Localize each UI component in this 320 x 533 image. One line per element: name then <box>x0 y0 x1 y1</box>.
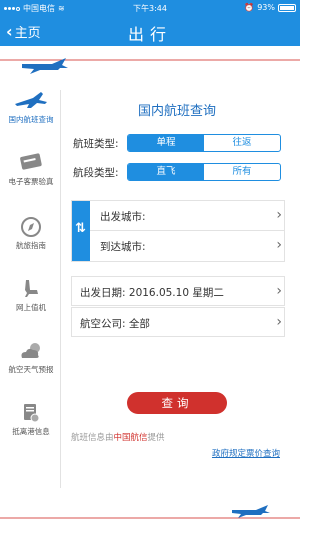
swap-cities-button[interactable]: ⇅ <box>72 201 90 261</box>
swap-icon: ⇅ <box>75 221 86 236</box>
flight-type-toggle: 单程 往返 <box>127 134 281 152</box>
airline-text: 航空公司: 全部 <box>80 316 150 331</box>
government-fare-query-link[interactable]: 政府规定票价查询 <box>212 447 280 459</box>
departure-date-field[interactable]: 出发日期: 2016.05.10 星期二 › <box>71 276 285 306</box>
sidebar-item-travel-guide[interactable]: 航旅指南 <box>2 216 60 251</box>
header-decoration <box>0 58 300 74</box>
departure-date-value: 2016.05.10 星期二 <box>128 287 224 299</box>
sidebar-item-label: 国内航班查询 <box>8 115 54 124</box>
weather-icon <box>21 343 40 358</box>
battery-icon <box>278 3 296 12</box>
sidebar-item-aviation-weather[interactable]: 航空天气预报 <box>2 340 60 375</box>
sidebar-item-domestic-flight-query[interactable]: 国内航班查询 <box>2 90 60 134</box>
status-right: ⏰ 93% <box>244 3 296 12</box>
sidebar-item-e-ticket-verify[interactable]: 电子客票验真 <box>2 152 60 187</box>
arrival-city-label: 到达城市: <box>100 241 146 253</box>
airline-value: 全部 <box>128 318 150 330</box>
chevron-right-icon: › <box>276 237 282 253</box>
airline-field[interactable]: 航空公司: 全部 › <box>71 307 285 337</box>
status-bar: 中国电信 ≋ 下午3:44 ⏰ 93% <box>0 0 300 16</box>
departure-city-field[interactable]: 出发城市: › <box>90 201 284 231</box>
document-clock-icon <box>24 404 40 423</box>
segment-type-toggle: 直飞 所有 <box>127 163 281 181</box>
segment-type-label: 航段类型: <box>73 167 119 179</box>
departure-date-text: 出发日期: 2016.05.10 星期二 <box>80 285 224 300</box>
query-button[interactable]: 查询 <box>127 392 227 414</box>
airline-label: 航空公司: <box>80 318 126 330</box>
segment-type-all[interactable]: 所有 <box>204 164 280 180</box>
page-title: 出行 <box>127 25 172 44</box>
city-selector: ⇅ 出发城市: › 到达城市: › <box>71 200 285 262</box>
alarm-icon: ⏰ <box>244 3 255 12</box>
flight-type-round-trip[interactable]: 往返 <box>204 135 280 151</box>
departure-city-label: 出发城市: <box>100 211 146 223</box>
sidebar-item-label: 航空天气预报 <box>8 365 54 374</box>
chevron-right-icon: › <box>276 314 282 330</box>
chevron-right-icon: › <box>276 283 282 299</box>
provider-name: 中国航信 <box>113 433 148 443</box>
ticket-icon <box>20 153 42 170</box>
chevron-right-icon: › <box>276 207 282 223</box>
footer-decoration <box>0 505 300 519</box>
seat-icon <box>25 280 38 297</box>
battery-percent: 93% <box>257 3 275 12</box>
sidebar-item-label: 航旅指南 <box>16 241 46 250</box>
sidebar-item-online-checkin[interactable]: 网上值机 <box>2 278 60 313</box>
form-title: 国内航班查询 <box>137 104 216 119</box>
sidebar-item-label: 电子客票验真 <box>8 177 54 186</box>
nav-bar: ‹ 主页 出行 <box>0 16 300 46</box>
sidebar-item-label: 抵离港信息 <box>12 427 50 436</box>
flight-type-one-way[interactable]: 单程 <box>128 135 204 151</box>
flight-type-label: 航班类型: <box>73 138 119 150</box>
departure-date-label: 出发日期: <box>80 287 126 299</box>
sidebar-item-arrival-departure-info[interactable]: 抵离港信息 <box>2 402 60 437</box>
airplane-icon <box>15 92 47 108</box>
segment-type-direct[interactable]: 直飞 <box>128 164 204 180</box>
flight-query-card: 国内航班查询 航班类型: 单程 往返 航段类型: 直飞 所有 ⇅ 出发城市: ›… <box>60 90 292 488</box>
provider-suffix: 提供 <box>147 433 165 443</box>
arrival-city-field[interactable]: 到达城市: › <box>90 231 284 261</box>
sidebar-item-label: 网上值机 <box>16 303 46 312</box>
provider-note: 航班信息由中国航信提供 <box>71 431 165 443</box>
airplane-logo-icon <box>232 505 270 518</box>
compass-icon <box>21 217 41 237</box>
provider-prefix: 航班信息由 <box>71 433 114 443</box>
